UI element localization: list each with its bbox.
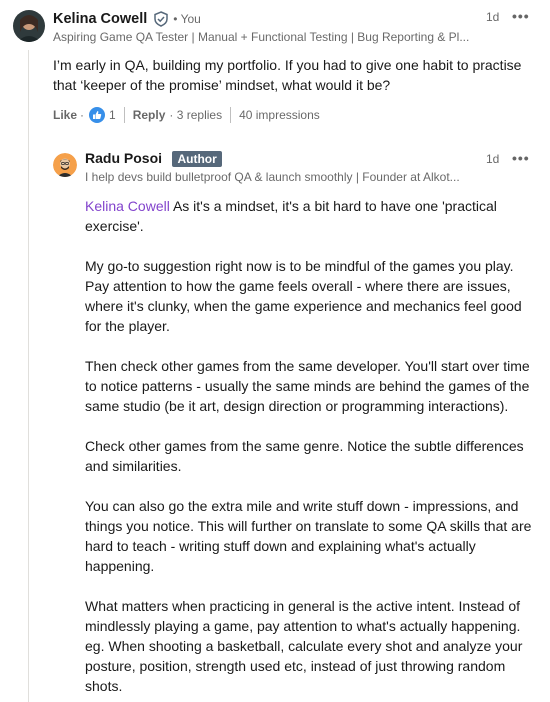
comment-author-name[interactable]: Kelina Cowell: [53, 11, 147, 27]
verified-shield-icon: [153, 11, 169, 27]
reply-paragraph: Check other games from the same genre. N…: [85, 438, 524, 474]
reply-paragraph: Kelina Cowell As it's a mindset, it's a …: [85, 196, 537, 236]
thread-line: [28, 50, 29, 702]
mention-link[interactable]: Kelina Cowell: [85, 198, 170, 214]
reply-author-name[interactable]: Radu Posoi: [85, 150, 162, 166]
you-label: • You: [173, 12, 201, 26]
avatar[interactable]: [53, 153, 77, 177]
like-button[interactable]: Like: [53, 108, 77, 122]
comment-author-headline: Aspiring Game QA Tester | Manual + Funct…: [53, 30, 470, 44]
avatar[interactable]: [13, 10, 45, 42]
reply-author-headline: I help devs build bulletproof QA & launc…: [85, 170, 460, 184]
replies-count[interactable]: · 3 replies: [169, 108, 222, 122]
reply-paragraph: You can also go the extra mile and write…: [85, 498, 532, 574]
reaction-count[interactable]: 1: [109, 108, 116, 122]
reply-button[interactable]: Reply: [133, 108, 166, 122]
author-badge: Author: [172, 151, 222, 167]
like-reaction-icon[interactable]: [89, 107, 106, 123]
reply-paragraph: What matters when practicing in general …: [85, 598, 523, 694]
reply-text: Kelina Cowell As it's a mindset, it's a …: [85, 196, 537, 702]
comment-actions: Like · 1 Reply · 3 replies 40 impression…: [53, 106, 320, 124]
comment-time: 1d: [486, 10, 500, 24]
reply-paragraph: My go-to suggestion right now is to be m…: [85, 258, 522, 334]
divider: [123, 107, 125, 123]
impressions-count: 40 impressions: [239, 108, 320, 122]
more-options-icon[interactable]: •••: [512, 8, 530, 24]
divider: [230, 107, 232, 123]
comment-header: Kelina Cowell • You Aspiring Game QA Tes…: [53, 9, 540, 45]
reply-header: Radu Posoi Author I help devs build bull…: [85, 150, 475, 185]
comment-text: I’m early in QA, building my portfolio. …: [53, 57, 522, 93]
reply-time: 1d: [486, 152, 500, 166]
reply-paragraph: Then check other games from the same dev…: [85, 358, 530, 414]
more-options-icon[interactable]: •••: [512, 150, 530, 166]
separator-dot: ·: [80, 108, 85, 122]
